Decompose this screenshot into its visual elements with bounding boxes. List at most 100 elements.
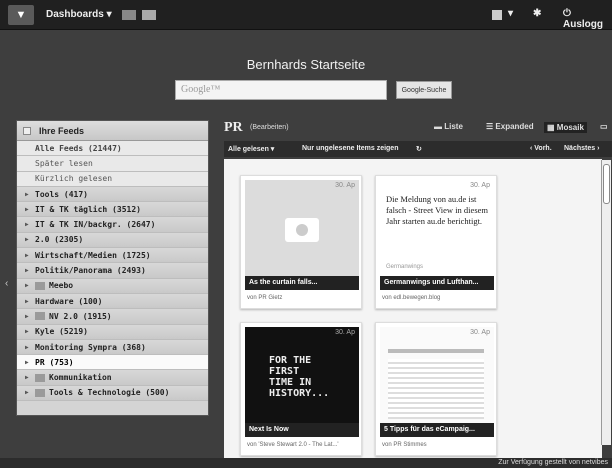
refresh-icon[interactable]: ↻	[416, 145, 422, 153]
card-title[interactable]: As the curtain falls...	[245, 276, 359, 290]
sidebar-title: Ihre Feeds	[39, 125, 85, 136]
sidebar-feed-item[interactable]: ▶ Wirtschaft/Medien (1725)	[17, 248, 208, 264]
grid-view-icon[interactable]	[122, 10, 136, 20]
sidebar-feed-item[interactable]: ▶ Kyle (5219)	[17, 324, 208, 340]
expand-arrow-icon[interactable]: ▶	[25, 298, 35, 305]
show-unread-button[interactable]: Nur ungelesene Items zeigen	[302, 145, 398, 152]
feed-title: PR	[224, 120, 243, 135]
settings-gear-icon[interactable]: ✱	[533, 8, 541, 19]
sidebar-feed-item[interactable]: ▶ Kommunikation	[17, 370, 208, 386]
layout-dropdown[interactable]: ▾	[508, 8, 513, 19]
card-excerpt-caption: Germanwings	[386, 264, 424, 270]
sidebar-feed-item[interactable]: ▶ PR (753)	[17, 355, 208, 371]
next-button[interactable]: Nächstes ›	[564, 145, 599, 152]
logout-button[interactable]: ⏻ Auslogg	[563, 8, 612, 30]
card-poster-text: FOR THE FIRST TIME IN HISTORY...	[269, 355, 330, 399]
sidebar-feed-item[interactable]: Kürzlich gelesen	[17, 171, 208, 187]
expand-arrow-icon[interactable]: ▶	[25, 236, 35, 243]
expand-arrow-icon[interactable]: ▶	[25, 389, 35, 396]
card-date: 30. Ap	[470, 329, 490, 336]
view-mosaic-label: Mosaik	[556, 123, 584, 132]
sidebar-feed-item[interactable]: ▶ IT & TK IN/backgr. (2647)	[17, 217, 208, 233]
sidebar-feed-label: Meebo	[49, 281, 74, 291]
sidebar-feed-label: Kürzlich gelesen	[35, 174, 113, 184]
expand-arrow-icon[interactable]: ▶	[25, 328, 35, 335]
expand-arrow-icon[interactable]: ▶	[25, 191, 35, 198]
sidebar-feed-item[interactable]: Später lesen	[17, 156, 208, 172]
edit-link[interactable]: (Bearbeiten)	[250, 124, 289, 131]
sidebar-feed-label: Alle Feeds (21447)	[35, 143, 122, 153]
card-image: Die Meldung von au.de ist falsch - Stree…	[380, 180, 494, 285]
dashboards-menu[interactable]: Dashboards ▾	[46, 9, 112, 20]
sidebar-feed-label: Tools & Technologie (500)	[49, 388, 170, 398]
sidebar-feed-item[interactable]: ▶ Tools (417)	[17, 186, 208, 203]
card-title[interactable]: 5 Tipps für das eCampaig...	[380, 423, 494, 437]
feed-sidebar: Ihre Feeds Alle Feeds (21447) Später lese…	[16, 120, 209, 416]
sidebar-feed-label: IT & TK IN/backgr. (2647)	[35, 220, 156, 230]
sidebar-feed-label: Politik/Panorama (2493)	[35, 266, 146, 276]
view-list[interactable]: ▬ Liste	[434, 122, 463, 131]
card-source: von PR Stimmes	[382, 442, 427, 448]
view-extra-icon[interactable]: ▭	[600, 122, 608, 131]
layout-icon[interactable]	[492, 10, 502, 20]
feed-card[interactable]: FOR THE FIRST TIME IN HISTORY... 30. Ap …	[240, 322, 362, 456]
sidebar-feed-item[interactable]: ▶ Politik/Panorama (2493)	[17, 263, 208, 279]
sidebar-feed-item[interactable]: ▶ IT & TK täglich (3512)	[17, 202, 208, 218]
scrollbar-thumb[interactable]	[603, 164, 610, 204]
sidebar-feed-item[interactable]: ▶ NV 2.0 (1915)	[17, 309, 208, 325]
expand-arrow-icon[interactable]: ▶	[25, 359, 35, 366]
home-button[interactable]: ▼	[8, 5, 34, 25]
sidebar-feed-label: Hardware (100)	[35, 296, 103, 306]
expand-arrow-icon[interactable]: ▶	[25, 313, 35, 320]
home-icon: ▼	[15, 9, 27, 21]
card-image: FOR THE FIRST TIME IN HISTORY...	[245, 327, 359, 432]
card-source: von PR Gietz	[247, 295, 283, 301]
checkbox-icon	[23, 126, 31, 135]
search-button[interactable]: Google-Suche	[396, 81, 452, 99]
feed-card[interactable]: 30. Ap 5 Tipps für das eCampaig... von P…	[375, 322, 497, 456]
sidebar-feed-item[interactable]: ▶ Hardware (100)	[17, 293, 208, 310]
sidebar-feed-item[interactable]: ▶ 2.0 (2305)	[17, 232, 208, 249]
view-expanded[interactable]: ☰ Expanded	[486, 122, 534, 131]
expand-arrow-icon[interactable]: ▶	[25, 252, 35, 259]
main-content: PR (Bearbeiten) ▬ Liste ☰ Expanded ▦ Mos…	[216, 117, 612, 460]
sidebar-feed-item[interactable]: Alle Feeds (21447)	[17, 141, 208, 157]
feed-icon	[35, 373, 45, 382]
expand-arrow-icon[interactable]: ▶	[25, 206, 35, 213]
expand-arrow-icon[interactable]: ▶	[25, 344, 35, 351]
sidebar-feed-item[interactable]: ▶ Monitoring Sympra (368)	[17, 339, 208, 356]
footer-credit[interactable]: Zur Verfügung gestellt von netvibes	[498, 459, 608, 466]
sidebar-feed-label: Wirtschaft/Medien (1725)	[35, 250, 151, 260]
mark-all-read-button[interactable]: Alle gelesen ▾	[228, 145, 274, 153]
footer: Zur Verfügung gestellt von netvibes	[0, 458, 612, 468]
sidebar-feed-item[interactable]: ▶ Meebo	[17, 278, 208, 294]
card-image	[245, 180, 359, 285]
card-source: von edl.bewegen.blog	[382, 295, 441, 301]
expand-arrow-icon[interactable]: ▶	[25, 221, 35, 228]
vertical-scrollbar[interactable]	[601, 160, 611, 445]
feed-card[interactable]: Die Meldung von au.de ist falsch - Stree…	[375, 175, 497, 309]
expand-arrow-icon[interactable]: ▶	[25, 267, 35, 274]
sidebar-feed-label: 2.0 (2305)	[35, 235, 84, 245]
feed-icon	[35, 388, 45, 397]
sidebar-feed-label: IT & TK täglich (3512)	[35, 204, 141, 214]
view-expanded-label: Expanded	[495, 122, 534, 131]
feed-icon	[35, 312, 45, 321]
sidebar-feed-label: Später lesen	[35, 158, 93, 168]
expand-arrow-icon[interactable]: ▶	[25, 282, 35, 289]
sidebar-feed-item[interactable]: ▶ Tools & Technologie (500)	[17, 385, 208, 402]
feed-list: Alle Feeds (21447) Später lesen Kürzlich g…	[17, 141, 208, 402]
card-title[interactable]: Next Is Now	[245, 423, 359, 437]
page-title: Bernhards Startseite	[246, 57, 366, 72]
view-mosaic[interactable]: ▦ Mosaik	[544, 122, 587, 133]
card-title[interactable]: Germanwings und Lufthan...	[380, 276, 494, 290]
expand-arrow-icon[interactable]: ▶	[25, 374, 35, 381]
sidebar-header[interactable]: Ihre Feeds	[17, 121, 208, 141]
search-input[interactable]: Google™	[175, 80, 387, 100]
feed-card[interactable]: 30. Ap As the curtain falls... von PR Gi…	[240, 175, 362, 309]
list-view-icon[interactable]	[142, 10, 156, 20]
prev-button[interactable]: ‹ Vorh.	[530, 145, 552, 152]
card-date: 30. Ap	[470, 182, 490, 189]
collapse-sidebar-icon[interactable]: ‹	[5, 278, 8, 289]
card-image	[380, 327, 494, 432]
